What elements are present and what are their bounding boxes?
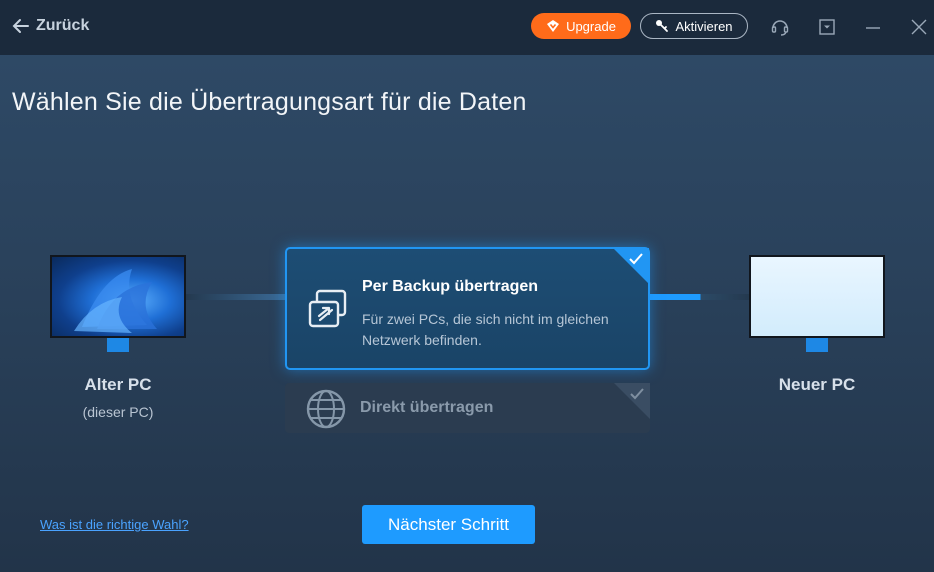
activate-button[interactable]: Aktivieren (640, 13, 748, 39)
option-direct-transfer[interactable]: Direkt übertragen (285, 383, 650, 433)
activate-label: Aktivieren (675, 18, 733, 34)
connector-left (186, 294, 285, 300)
option-backup-description: Für zwei PCs, die sich nicht im gleichen… (362, 309, 642, 351)
title-bar: Zurück Upgrade Aktivieren (0, 0, 934, 55)
arrow-left-icon (12, 19, 29, 33)
windows-bloom-icon (74, 269, 157, 333)
minimize-icon[interactable] (863, 17, 883, 37)
upgrade-button[interactable]: Upgrade (531, 13, 631, 39)
next-step-button[interactable]: Nächster Schritt (362, 505, 535, 544)
option-backup-title: Per Backup übertragen (362, 278, 539, 295)
option-backup-transfer[interactable]: Per Backup übertragen Für zwei PCs, die … (285, 247, 650, 370)
checkmark-icon (629, 253, 643, 265)
old-pc-title: Alter PC (84, 375, 152, 394)
diamond-heart-icon (547, 20, 560, 32)
help-link[interactable]: Was ist die richtige Wahl? (40, 517, 189, 532)
upgrade-label: Upgrade (566, 18, 616, 34)
new-pc-title: Neuer PC (778, 375, 856, 394)
backup-transfer-icon (308, 289, 347, 328)
option-direct-title: Direkt übertragen (360, 399, 494, 416)
key-icon (656, 20, 669, 32)
page-title: Wählen Sie die Übertragungsart für die D… (12, 88, 527, 116)
option-backup-desc-line1: Für zwei PCs, die sich nicht im gleichen (362, 311, 609, 327)
back-button[interactable]: Zurück (12, 17, 89, 35)
option-backup-desc-line2: Netzwerk befinden. (362, 332, 482, 348)
old-pc-subtitle: (dieser PC) (82, 404, 154, 420)
close-icon[interactable] (909, 17, 929, 37)
globe-icon (306, 389, 346, 429)
connector-right (650, 294, 750, 300)
headset-icon[interactable] (770, 17, 790, 37)
menu-dropdown-icon[interactable] (817, 17, 837, 37)
back-label: Zurück (36, 17, 90, 34)
checkmark-icon (630, 388, 644, 400)
